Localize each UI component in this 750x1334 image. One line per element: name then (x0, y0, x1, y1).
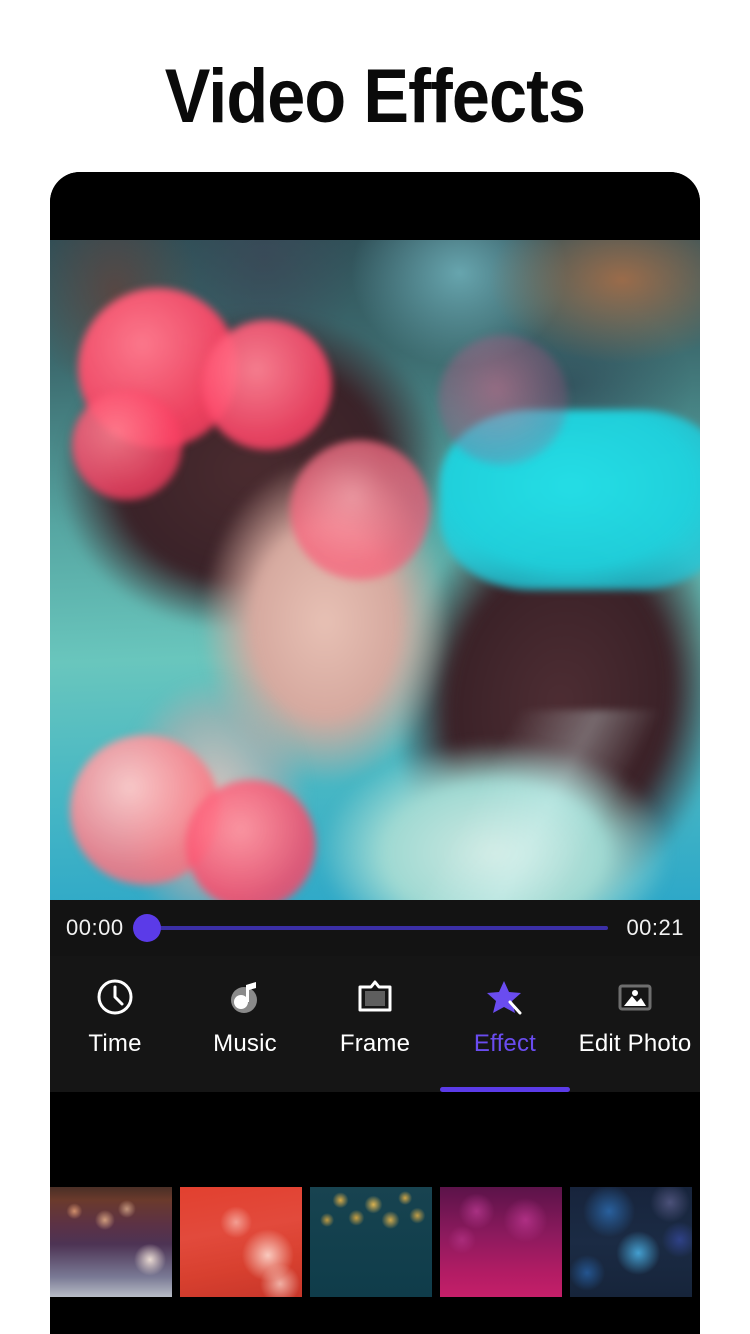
bokeh-circle (186, 780, 316, 900)
tab-music[interactable]: Music (180, 956, 310, 1092)
tab-label-music: Music (213, 1030, 277, 1057)
bokeh-circle (72, 390, 182, 500)
total-duration-label: 00:21 (626, 915, 684, 940)
magic-wand-icon (483, 970, 527, 1024)
light-streak (380, 710, 700, 900)
tab-effect[interactable]: Effect (440, 956, 570, 1092)
effect-thumbnail[interactable] (310, 1187, 432, 1297)
status-bar-bezel (50, 172, 700, 240)
frame-icon (353, 970, 397, 1024)
timeline-track[interactable] (132, 914, 609, 942)
timeline-bar: 00:00 00:21 (50, 900, 700, 956)
bokeh-circle (438, 335, 568, 465)
bokeh-circle (202, 320, 332, 450)
tab-frame[interactable]: Frame (310, 956, 440, 1092)
effect-thumbnail[interactable] (50, 1187, 172, 1297)
clock-icon (93, 970, 137, 1024)
image-icon (613, 970, 657, 1024)
effect-thumbnail[interactable] (570, 1187, 692, 1297)
app-screenshot: Video Effects 00:00 00:21 Time Music Fra… (0, 0, 750, 1334)
timeline-scrubber-handle[interactable] (132, 914, 161, 942)
phone-mockup: 00:00 00:21 Time Music Frame Effect Edit… (50, 172, 700, 1334)
tab-edit-photo[interactable]: Edit Photo (570, 956, 700, 1092)
current-time-label: 00:00 (66, 915, 124, 940)
page-title: Video Effects (164, 54, 586, 139)
tab-label-edit-photo: Edit Photo (578, 1030, 692, 1057)
effects-thumbnail-list[interactable] (50, 1187, 700, 1297)
tab-label-frame: Frame (339, 1030, 411, 1057)
effect-thumbnail[interactable] (180, 1187, 302, 1297)
tab-label-effect: Effect (473, 1030, 537, 1057)
editor-tab-bar: Time Music Frame Effect Edit Photo (50, 956, 700, 1092)
tab-label-time: Time (88, 1030, 142, 1057)
effect-thumbnail[interactable] (440, 1187, 562, 1297)
effects-panel (50, 1092, 700, 1334)
video-preview[interactable] (50, 240, 700, 900)
tab-time[interactable]: Time (50, 956, 180, 1092)
music-note-icon (223, 970, 267, 1024)
bokeh-circle (290, 440, 430, 580)
